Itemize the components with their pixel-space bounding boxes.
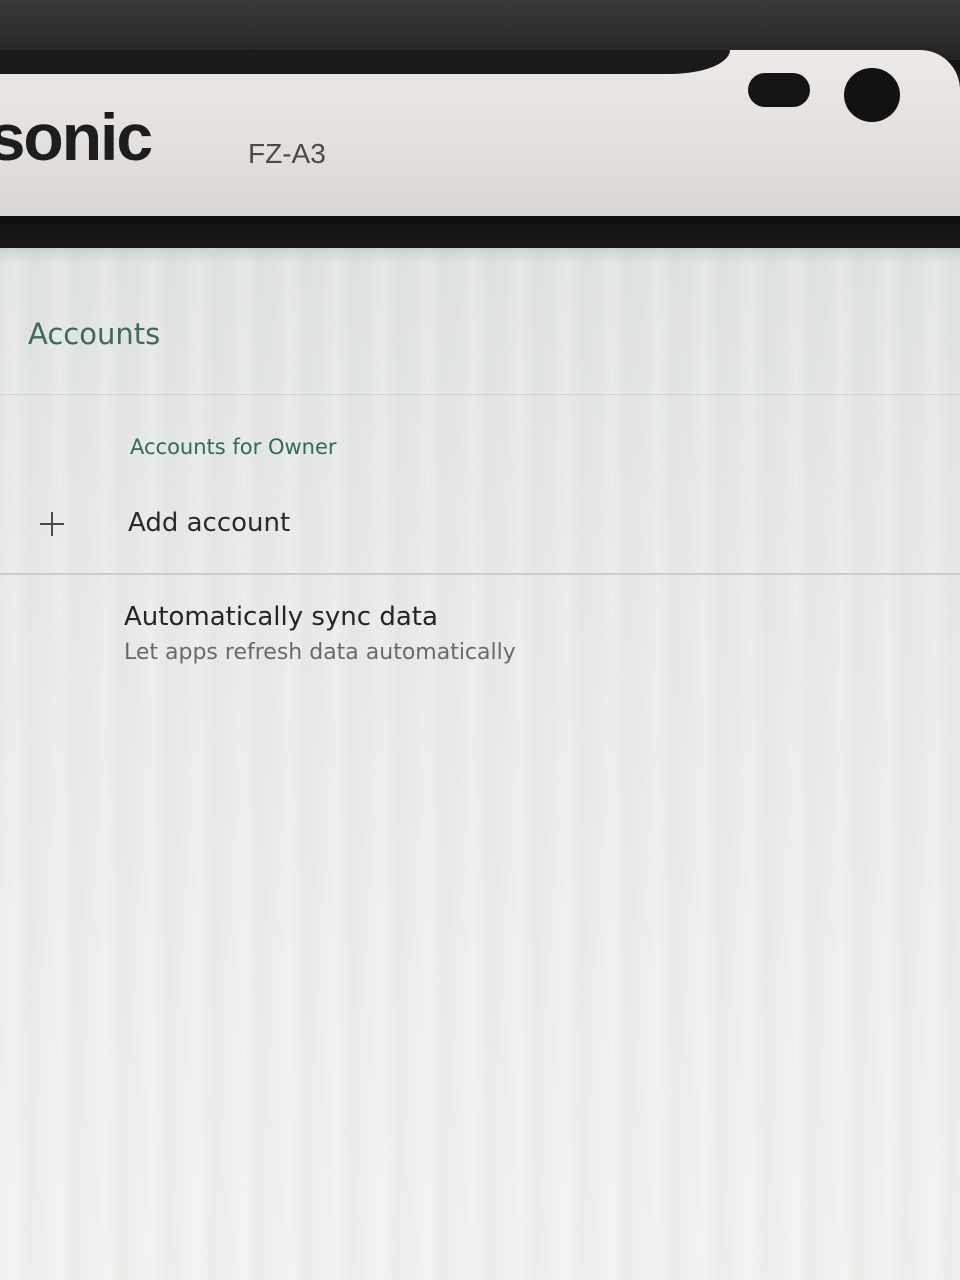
auto-sync-title: Automatically sync data bbox=[124, 602, 438, 632]
list-divider bbox=[0, 573, 960, 575]
device-photo: asonic FZ-A3 Accounts Accounts for Owner… bbox=[0, 0, 960, 1280]
device-model-label: FZ-A3 bbox=[248, 138, 326, 169]
screen-frame bbox=[0, 216, 960, 250]
device-brand-logo: asonic bbox=[0, 100, 153, 174]
auto-sync-summary: Let apps refresh data automatically bbox=[124, 640, 516, 665]
page-title: Accounts bbox=[28, 317, 161, 351]
plus-icon bbox=[38, 510, 66, 538]
auto-sync-setting[interactable]: Automatically sync data Let apps refresh… bbox=[0, 588, 960, 684]
light-sensor bbox=[748, 73, 810, 107]
section-header-accounts-for-owner: Accounts for Owner bbox=[130, 435, 337, 459]
add-account-button[interactable]: Add account bbox=[0, 488, 960, 572]
settings-screen: Accounts Accounts for Owner Add account … bbox=[0, 248, 960, 1280]
front-camera bbox=[844, 68, 900, 122]
app-bar-divider bbox=[0, 394, 960, 395]
add-account-label: Add account bbox=[128, 508, 291, 538]
